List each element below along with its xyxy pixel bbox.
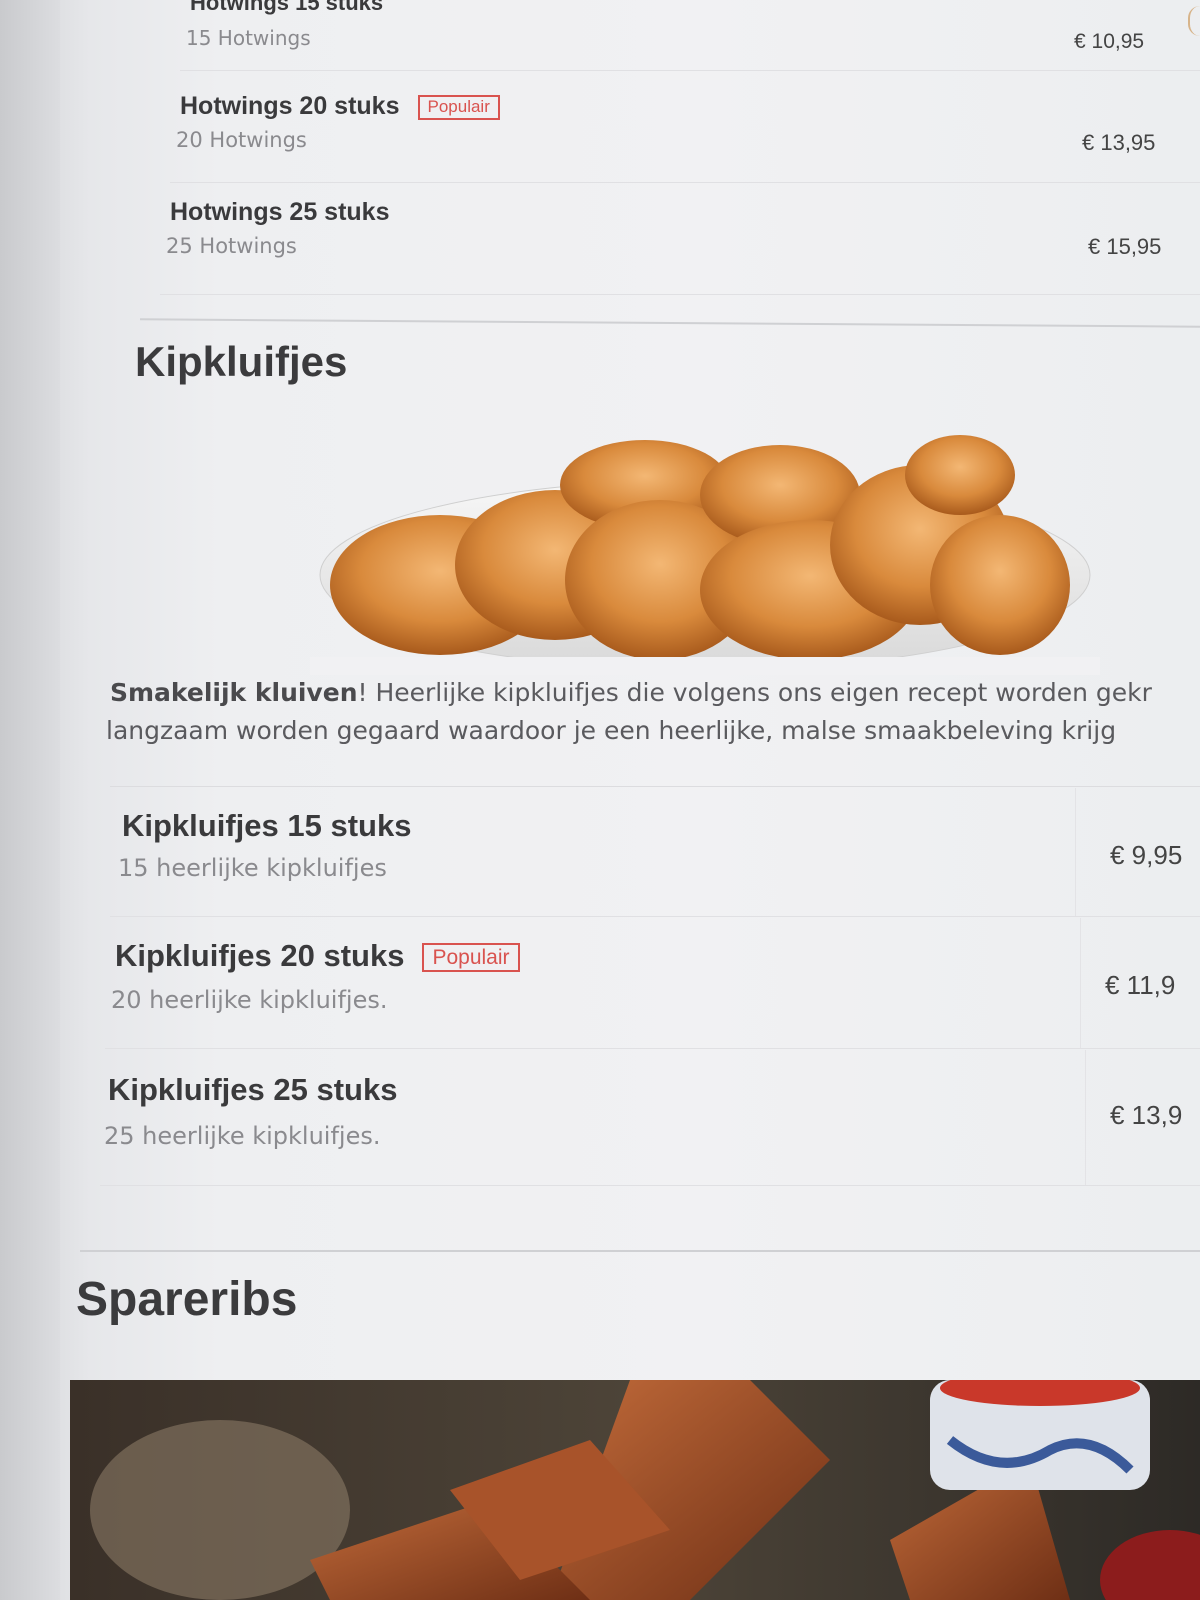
- section-divider: [80, 1250, 1200, 1252]
- menu-item-hotwings-20[interactable]: Hotwings 20 stuks Populair 20 Hotwings € …: [170, 82, 1200, 183]
- item-price: € 9,95: [1110, 840, 1183, 870]
- item-description: 25 Hotwings: [166, 234, 297, 258]
- item-name: Kipkluifjes 20 stuks Populair: [115, 938, 520, 974]
- popular-badge: Populair: [417, 95, 500, 120]
- intro-text-line1: ! Heerlijke kipkluifjes die volgens ons …: [357, 678, 1152, 707]
- price-column: [1080, 918, 1081, 1048]
- price-column: [1085, 1050, 1086, 1185]
- menu-item-kipkluifjes-25[interactable]: Kipkluifjes 25 stuks 25 heerlijke kipklu…: [100, 1050, 1200, 1186]
- menu-item-hotwings-15[interactable]: Hotwings 15 stuks 15 Hotwings € 10,95: [180, 0, 1200, 71]
- popular-badge: Populair: [422, 943, 520, 973]
- menu-item-kipkluifjes-20[interactable]: Kipkluifjes 20 stuks Populair 20 heerlijk…: [105, 918, 1200, 1049]
- item-name-text: Kipkluifjes 20 stuks: [115, 938, 405, 973]
- section-intro-line1: Smakelijk kluiven! Heerlijke kipkluifjes…: [110, 676, 1152, 709]
- section-title-kipkluifjes: Kipkluifjes: [135, 338, 348, 385]
- item-name: Hotwings 20 stuks Populair: [180, 92, 500, 121]
- item-price: € 15,95: [1088, 234, 1162, 259]
- item-price: € 13,9: [1110, 1100, 1183, 1130]
- item-name: Kipkluifjes 25 stuks: [108, 1072, 398, 1107]
- item-price: € 11,9: [1105, 970, 1176, 1000]
- item-description: 20 heerlijke kipkluifjes.: [111, 986, 388, 1014]
- menu-content: Hotwings 15 stuks 15 Hotwings € 10,95 Ho…: [0, 0, 1200, 1600]
- item-price: € 13,95: [1082, 130, 1156, 155]
- item-description: 15 Hotwings: [186, 26, 311, 50]
- item-description: 25 heerlijke kipkluifjes.: [104, 1122, 381, 1150]
- spareribs-image: [70, 1380, 1200, 1600]
- section-title-spareribs: Spareribs: [76, 1273, 298, 1326]
- menu-page: Hotwings 15 stuks 15 Hotwings € 10,95 Ho…: [0, 0, 1200, 1600]
- chicken-pieces: [330, 435, 1070, 660]
- add-item-control[interactable]: [1188, 6, 1200, 36]
- list-top-divider: [110, 786, 1200, 787]
- menu-item-kipkluifjes-15[interactable]: Kipkluifjes 15 stuks 15 heerlijke kipklu…: [110, 788, 1200, 917]
- kipkluifjes-image: [310, 435, 1100, 675]
- item-name-text: Hotwings 20 stuks: [180, 92, 400, 120]
- menu-item-hotwings-25[interactable]: Hotwings 25 stuks 25 Hotwings € 15,95: [160, 190, 1200, 295]
- item-description: 15 heerlijke kipkluifjes: [118, 854, 387, 882]
- item-description: 20 Hotwings: [176, 128, 307, 152]
- section-intro-line2: langzaam worden gegaard waardoor je een …: [106, 716, 1117, 745]
- item-name: Hotwings 25 stuks: [170, 198, 390, 226]
- intro-bold: Smakelijk kluiven: [110, 678, 358, 707]
- item-name: Kipkluifjes 15 stuks: [122, 808, 412, 843]
- sauce-cup: [930, 1380, 1150, 1490]
- item-name: Hotwings 15 stuks: [190, 0, 384, 15]
- section-divider: [140, 318, 1200, 328]
- price-column: [1075, 788, 1076, 916]
- item-price: € 10,95: [1074, 30, 1145, 53]
